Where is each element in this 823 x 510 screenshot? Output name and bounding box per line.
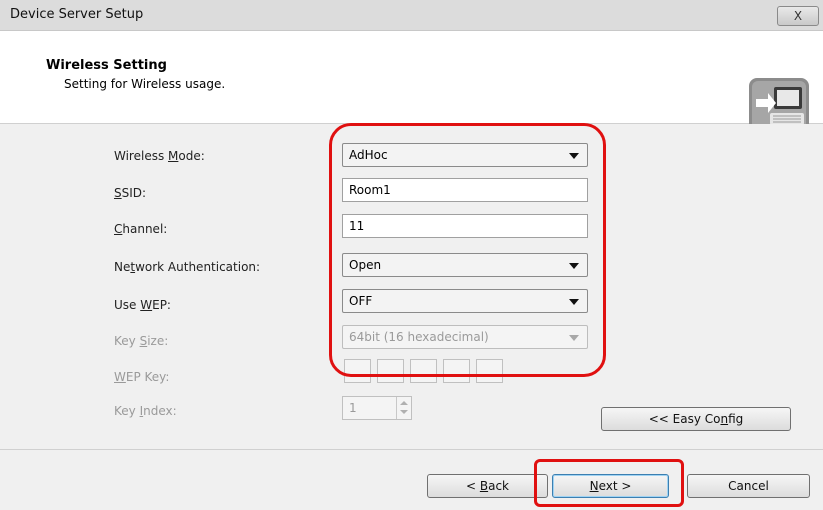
title-bar: Device Server Setup X bbox=[0, 0, 823, 31]
wizard-header: Wireless Setting Setting for Wireless us… bbox=[0, 31, 823, 132]
next-button-highlight-box bbox=[534, 459, 684, 507]
wireless-mode-label: Wireless Mode: bbox=[114, 149, 205, 163]
stepper-buttons bbox=[396, 397, 411, 419]
ssid-label: SSID: bbox=[114, 186, 147, 200]
settings-highlight-box bbox=[329, 123, 606, 377]
window-title: Device Server Setup bbox=[10, 7, 144, 22]
key-index-stepper: 1 bbox=[342, 396, 412, 420]
chevron-down-icon bbox=[400, 410, 408, 414]
key-index-label: Key Index: bbox=[114, 404, 177, 418]
close-button[interactable]: X bbox=[777, 6, 819, 26]
key-index-value: 1 bbox=[349, 401, 357, 415]
key-size-label: Key Size: bbox=[114, 334, 169, 348]
network-authentication-label: Network Authentication: bbox=[114, 260, 261, 274]
channel-label: Channel: bbox=[114, 222, 168, 236]
use-wep-label: Use WEP: bbox=[114, 298, 171, 312]
cancel-button[interactable]: Cancel bbox=[687, 474, 810, 498]
chevron-up-icon bbox=[400, 401, 408, 405]
easy-config-button[interactable]: << Easy Config bbox=[601, 407, 791, 431]
page-title: Wireless Setting bbox=[46, 58, 167, 73]
close-icon: X bbox=[793, 9, 803, 23]
page-subtitle: Setting for Wireless usage. bbox=[64, 77, 226, 91]
wep-key-label: WEP Key: bbox=[114, 370, 170, 384]
device-server-setup-window: Device Server Setup X Wireless Setting S… bbox=[0, 0, 823, 510]
back-button[interactable]: < Back bbox=[427, 474, 548, 498]
